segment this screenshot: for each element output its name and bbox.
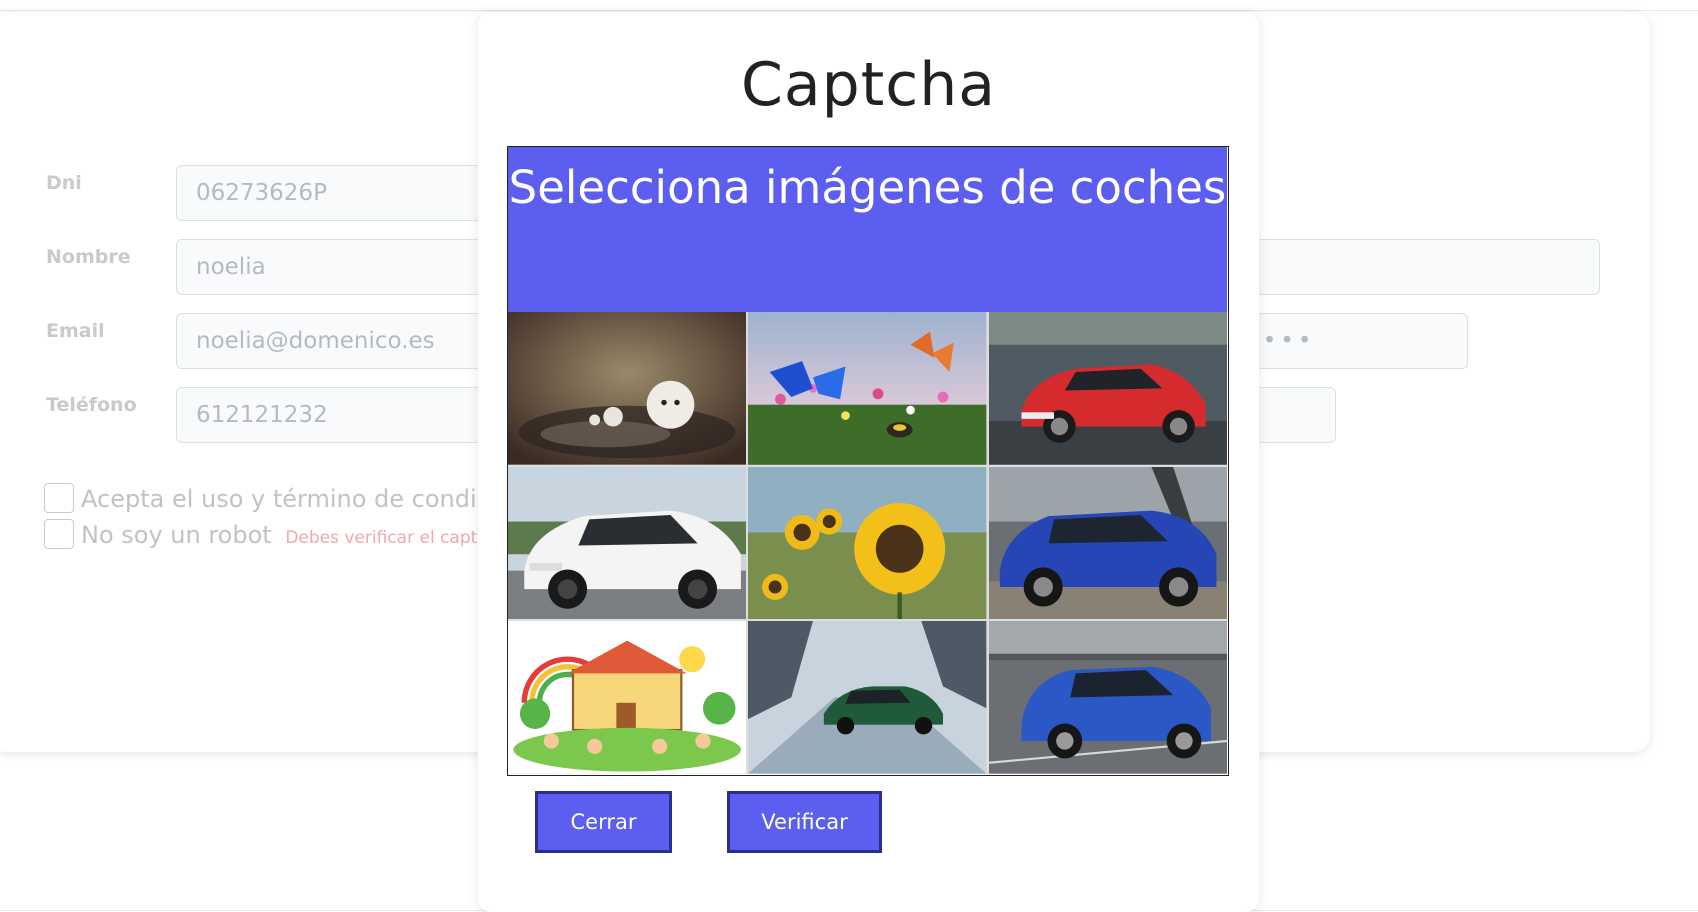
- terms-checkbox[interactable]: [44, 483, 74, 513]
- robot-checkbox[interactable]: [44, 519, 74, 549]
- red-car-image[interactable]: [988, 312, 1227, 465]
- terms-checkbox-label: Acepta el uso y término de condic: [81, 485, 490, 513]
- robot-checkbox-label: No soy un robot Debes verificar el capta: [81, 521, 488, 549]
- robot-error-text: Debes verificar el capta: [285, 528, 488, 548]
- captcha-image-grid: [508, 312, 1227, 774]
- dni-label: Dni: [46, 172, 82, 194]
- white-car-image[interactable]: [508, 466, 747, 620]
- blue-suv-parking-image[interactable]: [988, 621, 1227, 774]
- butterflies-flowers-image[interactable]: [748, 312, 987, 465]
- school-cartoon-image[interactable]: [508, 621, 747, 774]
- verify-button[interactable]: Verificar: [727, 791, 882, 853]
- captcha-box: Selecciona imágenes de coches: [507, 146, 1229, 776]
- captcha-instruction: Selecciona imágenes de coches: [508, 147, 1227, 312]
- captcha-modal: Captcha Selecciona imágenes de coches Ce…: [478, 12, 1259, 912]
- puddle-figures-image[interactable]: [508, 312, 747, 465]
- blue-suv-image[interactable]: [988, 466, 1227, 620]
- nombre-label: Nombre: [46, 246, 131, 268]
- telefono-label: Teléfono: [46, 394, 137, 416]
- robot-label-text: No soy un robot: [81, 521, 272, 549]
- top-divider: [0, 10, 1698, 11]
- email-label: Email: [46, 320, 105, 342]
- close-button[interactable]: Cerrar: [535, 791, 672, 853]
- sunflowers-image[interactable]: [748, 466, 987, 620]
- green-car-snow-image[interactable]: [748, 621, 987, 774]
- modal-title: Captcha: [740, 50, 997, 120]
